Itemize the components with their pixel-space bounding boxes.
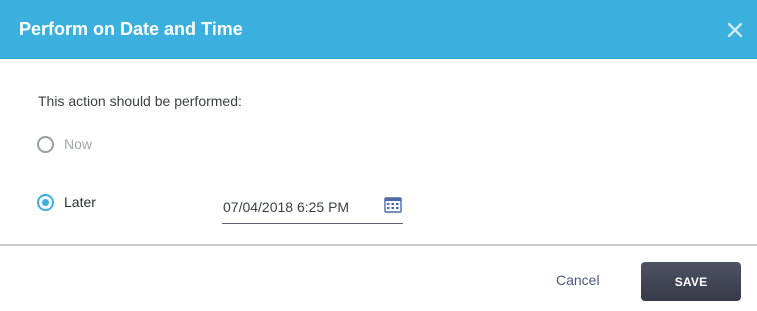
calendar-icon (384, 197, 402, 213)
close-icon (727, 22, 743, 38)
footer-divider (0, 244, 757, 246)
radio-now-label: Now (64, 136, 93, 152)
dialog-header: Perform on Date and Time (0, 0, 757, 59)
radio-now-indicator[interactable] (37, 135, 54, 153)
cancel-button[interactable]: Cancel (556, 271, 600, 289)
dialog-title: Perform on Date and Time (19, 19, 243, 39)
action-prompt-label: This action should be performed: (38, 93, 242, 109)
radio-later-label: Later (64, 194, 96, 210)
calendar-button[interactable] (384, 196, 402, 214)
save-button[interactable]: SAVE (641, 262, 741, 301)
radio-later-indicator[interactable] (37, 193, 54, 211)
radio-option-now[interactable]: Now (37, 135, 92, 153)
close-button[interactable] (723, 18, 747, 42)
datetime-input[interactable]: 07/04/2018 6:25 PM (222, 193, 403, 224)
datetime-value: 07/04/2018 6:25 PM (223, 199, 350, 215)
perform-date-time-dialog: Perform on Date and Time This action sho… (0, 0, 757, 311)
radio-option-later[interactable]: Later (37, 193, 96, 211)
